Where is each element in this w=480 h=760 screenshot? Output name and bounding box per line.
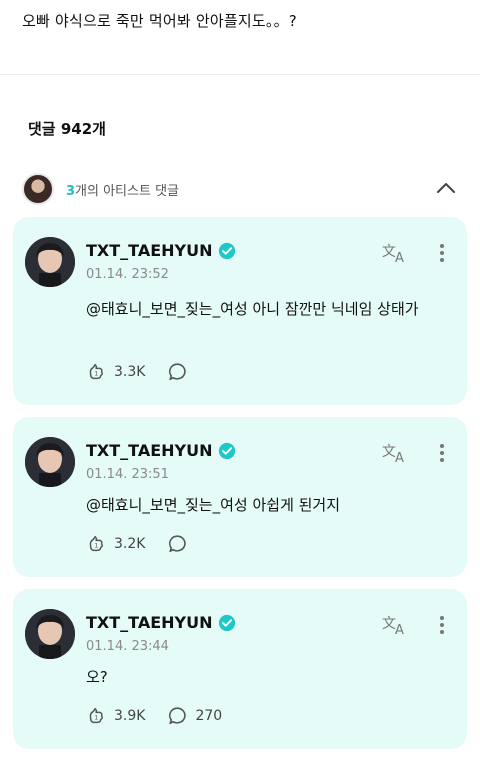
comment-actions: 1 3.9K 270	[86, 705, 222, 727]
cheer-icon: 1	[89, 535, 104, 552]
translate-icon[interactable]: 文A	[381, 441, 409, 465]
verified-badge-icon	[218, 614, 235, 631]
author-name-text: TXT_TAEHYUN	[86, 441, 213, 460]
comment-time: 01.14. 23:52	[86, 267, 169, 282]
cheer-count: 3.9K	[114, 708, 146, 724]
translate-icon[interactable]: 文A	[381, 613, 409, 637]
svg-text:A: A	[395, 451, 404, 465]
cheer-button[interactable]: 1 3.2K	[86, 533, 145, 555]
more-vertical-icon[interactable]	[433, 615, 451, 635]
artist-comments-text: 개의 아티스트 댓글	[75, 183, 179, 199]
artist-comments-count: 3	[66, 183, 76, 199]
comment-bubble-icon	[169, 535, 187, 553]
avatar[interactable]	[25, 437, 75, 487]
comment-bubble-icon	[169, 363, 187, 381]
cheer-count: 3.2K	[114, 536, 146, 552]
artist-avatar	[22, 173, 54, 205]
comment-actions: 1 3.3K	[86, 361, 195, 383]
artist-comments-label: 3개의 아티스트 댓글	[66, 180, 179, 199]
avatar[interactable]	[25, 237, 75, 287]
cheer-button[interactable]: 1 3.9K	[86, 705, 145, 727]
author-name[interactable]: TXT_TAEHYUN	[86, 241, 236, 260]
avatar[interactable]	[25, 609, 75, 659]
svg-text:A: A	[395, 251, 404, 265]
author-name-text: TXT_TAEHYUN	[86, 241, 213, 260]
comment-text: 오?	[86, 668, 108, 686]
comment-card: TXT_TAEHYUN 01.14. 23:44 文A 오? 1 3.9K 27…	[13, 589, 467, 749]
verified-badge-icon	[218, 442, 235, 459]
comment-time: 01.14. 23:44	[86, 639, 169, 654]
comment-time: 01.14. 23:51	[86, 467, 169, 482]
cheer-button[interactable]: 1 3.3K	[86, 361, 145, 383]
svg-text:文: 文	[382, 444, 396, 460]
reply-button[interactable]	[167, 533, 195, 555]
chevron-up-icon[interactable]	[434, 176, 458, 200]
comment-actions: 1 3.2K	[86, 533, 195, 555]
svg-text:文: 文	[382, 616, 396, 632]
comment-text: @태효니_보면_짖는_여성 아쉽게 된거지	[86, 496, 341, 514]
cheer-icon: 1	[89, 363, 104, 380]
svg-text:1: 1	[94, 370, 98, 378]
artist-comments-toggle[interactable]: 3개의 아티스트 댓글	[22, 172, 462, 206]
svg-text:A: A	[395, 623, 404, 637]
more-vertical-icon[interactable]	[433, 243, 451, 263]
reply-count: 270	[195, 708, 223, 724]
author-name-text: TXT_TAEHYUN	[86, 613, 213, 632]
svg-text:1: 1	[94, 714, 98, 722]
author-name[interactable]: TXT_TAEHYUN	[86, 441, 236, 460]
verified-badge-icon	[218, 242, 235, 259]
comment-text: @태효니_보면_짖는_여성 아니 잠깐만 닉네임 상태가	[86, 300, 419, 318]
svg-text:文: 文	[382, 244, 396, 260]
reply-button[interactable]: 270	[167, 705, 222, 727]
section-divider	[0, 74, 480, 75]
comment-card: TXT_TAEHYUN 01.14. 23:52 文A @태효니_보면_짖는_여…	[13, 217, 467, 405]
comment-count: 댓글 942개	[28, 120, 106, 138]
comment-bubble-icon	[169, 707, 187, 725]
cheer-count: 3.3K	[114, 364, 146, 380]
translate-icon[interactable]: 文A	[381, 241, 409, 265]
cheer-icon: 1	[89, 707, 104, 724]
svg-text:1: 1	[94, 542, 98, 550]
reply-button[interactable]	[167, 361, 195, 383]
author-name[interactable]: TXT_TAEHYUN	[86, 613, 236, 632]
comment-card: TXT_TAEHYUN 01.14. 23:51 文A @태효니_보면_짖는_여…	[13, 417, 467, 577]
more-vertical-icon[interactable]	[433, 443, 451, 463]
post-text: 오빠 야식으로 죽만 먹어봐 안아플지도。。?	[22, 12, 297, 30]
